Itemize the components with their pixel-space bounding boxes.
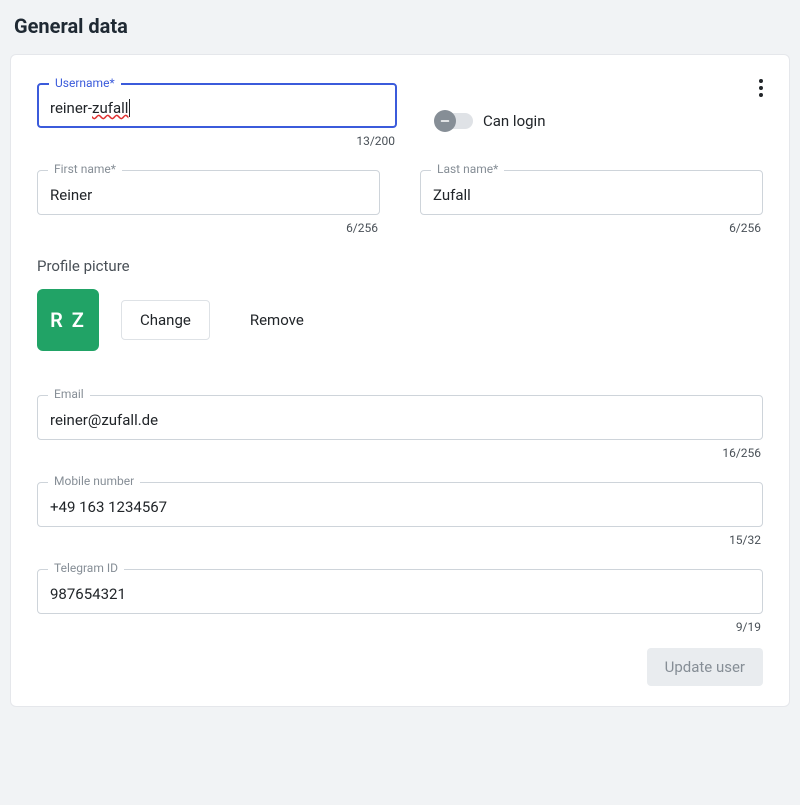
change-picture-button[interactable]: Change (121, 300, 210, 340)
last-name-label: Last name* (431, 162, 504, 176)
dots-vertical-icon (759, 79, 763, 83)
username-input[interactable]: reiner-zufall (50, 99, 130, 117)
username-field[interactable]: Username* reiner-zufall (37, 83, 397, 128)
mobile-input[interactable] (50, 498, 750, 516)
telegram-label: Telegram ID (48, 561, 124, 575)
can-login-label: Can login (483, 112, 545, 130)
last-name-field[interactable]: Last name* (420, 170, 763, 215)
email-field[interactable]: Email (37, 395, 763, 440)
telegram-counter: 9/19 (37, 620, 761, 634)
first-name-label: First name* (48, 162, 122, 176)
mobile-field[interactable]: Mobile number (37, 482, 763, 527)
telegram-input[interactable] (50, 585, 750, 603)
last-name-input[interactable] (433, 186, 750, 204)
email-counter: 16/256 (37, 446, 761, 460)
can-login-toggle[interactable] (437, 113, 473, 129)
avatar: R Z (37, 289, 99, 351)
telegram-field[interactable]: Telegram ID (37, 569, 763, 614)
page-title: General data (14, 14, 790, 38)
username-counter: 13/200 (37, 134, 395, 148)
first-name-counter: 6/256 (37, 221, 378, 235)
first-name-input[interactable] (50, 186, 367, 204)
remove-picture-button[interactable]: Remove (232, 301, 322, 339)
email-label: Email (48, 387, 90, 401)
first-name-field[interactable]: First name* (37, 170, 380, 215)
profile-picture-label: Profile picture (37, 257, 763, 275)
general-data-card: Username* reiner-zufall 13/200 Can login… (10, 54, 790, 707)
update-user-button[interactable]: Update user (647, 648, 763, 686)
mobile-label: Mobile number (48, 474, 140, 488)
email-input[interactable] (50, 411, 750, 429)
minus-icon (434, 110, 456, 132)
last-name-counter: 6/256 (420, 221, 761, 235)
more-options-button[interactable] (753, 73, 769, 103)
username-label: Username* (49, 76, 121, 90)
mobile-counter: 15/32 (37, 533, 761, 547)
